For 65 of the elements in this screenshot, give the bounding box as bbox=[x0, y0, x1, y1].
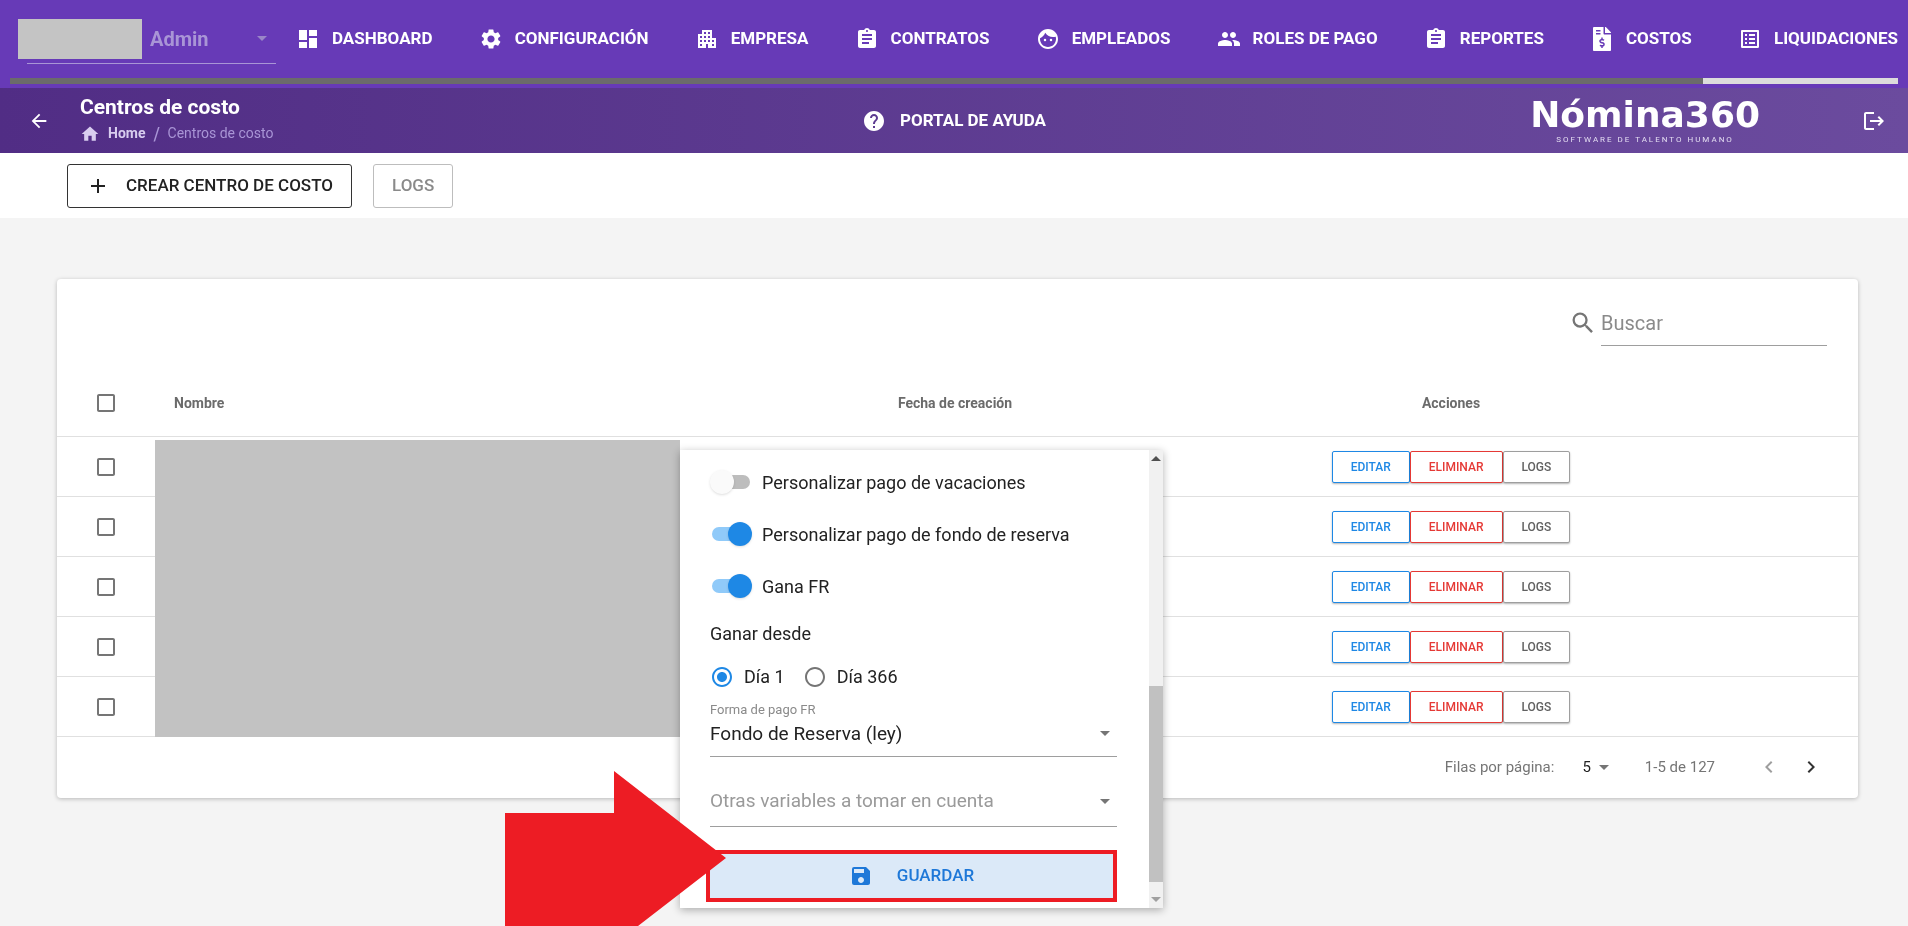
checkbox[interactable] bbox=[94, 391, 118, 415]
scrollbar-thumb[interactable] bbox=[1149, 686, 1163, 882]
logs-button[interactable]: LOGS bbox=[1502, 510, 1571, 543]
delete-button[interactable]: ELIMINAR bbox=[1409, 570, 1503, 603]
toggle-switch[interactable] bbox=[710, 470, 752, 494]
nav-tab[interactable]: CONFIGURACIÓN bbox=[478, 26, 649, 52]
nav-tab[interactable]: CONTRATOS bbox=[854, 26, 990, 52]
save-button[interactable]: GUARDAR bbox=[706, 849, 1117, 902]
user-role: Admin bbox=[150, 26, 209, 53]
delete-button[interactable]: ELIMINAR bbox=[1409, 510, 1503, 543]
breadcrumb-separator: / bbox=[153, 122, 160, 146]
delete-button[interactable]: ELIMINAR bbox=[1409, 450, 1503, 483]
radio-button-icon bbox=[710, 664, 734, 689]
radio-button-icon bbox=[802, 664, 827, 689]
edit-button[interactable]: EDITAR bbox=[1331, 690, 1410, 723]
logs-button[interactable]: LOGS bbox=[1502, 630, 1571, 663]
nav-tab[interactable]: REPORTES bbox=[1423, 26, 1544, 52]
create-cost-center-button[interactable]: CREAR CENTRO DE COSTO bbox=[67, 163, 352, 208]
brand-logo: Nómina360 bbox=[1530, 95, 1760, 134]
payment-select[interactable]: Forma de pago FR Fondo de Reserva (ley) bbox=[710, 700, 1117, 757]
dropdown-caret-icon[interactable] bbox=[257, 36, 267, 41]
toggle-switch[interactable] bbox=[710, 522, 752, 546]
rows-per-page-label: Filas por página: bbox=[1444, 756, 1555, 778]
column-header: Fecha de creación bbox=[897, 393, 1013, 413]
page-range: 1-5 de 127 bbox=[1644, 756, 1715, 778]
edit-button[interactable]: EDITAR bbox=[1331, 630, 1410, 663]
help-portal-link[interactable]: PORTAL DE AYUDA bbox=[862, 108, 1046, 134]
edit-button[interactable]: EDITAR bbox=[1331, 510, 1410, 543]
dollar-file-icon bbox=[1590, 27, 1614, 51]
logs-button[interactable]: LOGS bbox=[1502, 570, 1571, 603]
nav-tab[interactable]: LIQUIDACIONES bbox=[1737, 26, 1898, 52]
scroll-down-arrow-icon[interactable] bbox=[1151, 897, 1161, 902]
column-header: Nombre bbox=[173, 393, 225, 413]
breadcrumb-current: Centros de costo bbox=[167, 124, 274, 143]
toggle-switch[interactable] bbox=[710, 574, 752, 598]
edit-button[interactable]: EDITAR bbox=[1331, 570, 1410, 603]
delete-button[interactable]: ELIMINAR bbox=[1409, 630, 1503, 663]
brand-tagline: SOFTWARE DE TALENTO HUMANO bbox=[1556, 133, 1734, 146]
logs-button[interactable]: LOGS bbox=[1502, 690, 1571, 723]
dashboard-icon bbox=[296, 27, 320, 51]
logs-button[interactable]: LOGS bbox=[373, 163, 454, 208]
switch-label: Gana FR bbox=[762, 574, 830, 599]
help-icon bbox=[862, 108, 886, 133]
radio-option[interactable]: Día 1 bbox=[710, 663, 785, 690]
radio-option[interactable]: Día 366 bbox=[802, 663, 898, 690]
nav-tab[interactable]: EMPRESA bbox=[694, 26, 809, 52]
nav-tab[interactable]: COSTOS bbox=[1590, 26, 1692, 52]
dropdown-caret-icon bbox=[1598, 764, 1609, 770]
column-header: Acciones bbox=[1421, 393, 1481, 413]
dropdown-caret-icon bbox=[1100, 731, 1110, 737]
switch-label: Personalizar pago de fondo de reserva bbox=[762, 522, 1070, 547]
breadcrumb-link[interactable]: Home bbox=[108, 123, 146, 144]
face-icon bbox=[1035, 27, 1060, 51]
scroll-up-arrow-icon[interactable] bbox=[1151, 456, 1161, 461]
radio-group-label: Ganar desde bbox=[710, 622, 813, 646]
switch-label: Personalizar pago de vacaciones bbox=[762, 470, 1026, 495]
rows-per-page-select[interactable]: 5 bbox=[1582, 755, 1609, 779]
edit-button[interactable]: EDITAR bbox=[1331, 450, 1410, 483]
nav-tab[interactable]: EMPLEADOS bbox=[1035, 26, 1171, 52]
search-field[interactable]: Buscar bbox=[1601, 300, 1827, 346]
logs-button[interactable]: LOGS bbox=[1502, 450, 1571, 483]
nav-tab[interactable]: DASHBOARD bbox=[296, 26, 433, 52]
delete-button[interactable]: ELIMINAR bbox=[1409, 690, 1503, 723]
nav-tab[interactable]: ROLES DE PAGO bbox=[1216, 26, 1378, 52]
page-title: Centros de costo bbox=[80, 94, 241, 120]
